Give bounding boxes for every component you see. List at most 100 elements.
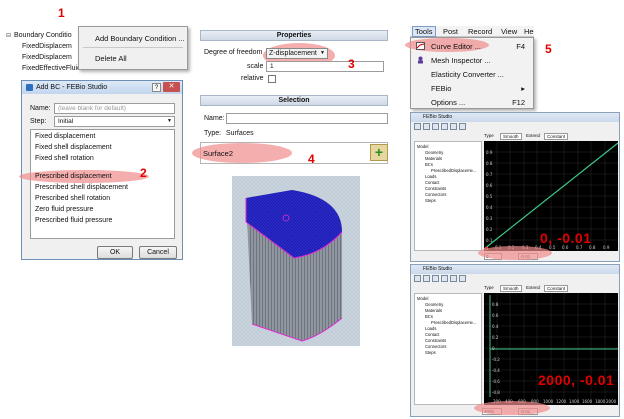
menu-item-mesh-inspector[interactable]: Mesh Inspector ... (431, 56, 491, 65)
tree-geometry[interactable]: Geometry (425, 302, 443, 307)
option-constant[interactable]: Constant (544, 285, 569, 292)
new-icon[interactable] (414, 275, 421, 282)
tree-prescribed[interactable]: PrescribedDisplaceme... (431, 168, 476, 173)
tree-bcs[interactable]: BCs (425, 314, 433, 319)
step-4-label: 4 (308, 152, 315, 166)
tree-item-fixed-displacement-1[interactable]: FixedDisplacem (22, 41, 72, 52)
tree-constraints[interactable]: Constraints (425, 186, 446, 191)
cancel-button[interactable]: Cancel (139, 246, 177, 259)
y-tick: -0.4 (492, 368, 500, 373)
shortcut-f12: F12 (512, 98, 525, 107)
window-title[interactable]: FEBio Studio (411, 113, 619, 122)
annotation-start-point: 0, -0.01 (540, 230, 592, 246)
model-tree[interactable]: Model Geometry Materials BCs PrescribedD… (414, 293, 482, 405)
chevron-down-icon: ▼ (320, 50, 325, 56)
submenu-arrow-icon: ▸ (521, 84, 525, 93)
close-button[interactable]: ✕ (163, 82, 180, 92)
ok-button[interactable]: OK (97, 246, 133, 259)
tree-model[interactable]: Model (417, 296, 428, 301)
redo-icon[interactable] (459, 123, 466, 130)
paste-icon[interactable] (441, 123, 448, 130)
menu-item-curve-editor[interactable]: Curve Editor ... (431, 42, 481, 51)
new-icon[interactable] (414, 123, 421, 130)
option-type: Type (484, 285, 494, 290)
y-tick: 0.4 (492, 324, 499, 329)
y-tick: 0.9 (486, 150, 493, 155)
list-item[interactable]: Prescribed shell rotation (35, 195, 110, 202)
tree-contact[interactable]: Contact (425, 180, 439, 185)
tree-materials[interactable]: Materials (425, 156, 442, 161)
tree-item-label: FixedDisplacem (22, 43, 72, 50)
model-tree[interactable]: Model Geometry Materials BCs PrescribedD… (414, 141, 482, 251)
option-smooth[interactable]: Smooth (500, 285, 522, 292)
dialog-title: Add BC - FEBio Studio (36, 84, 108, 91)
tree-model[interactable]: Model (417, 144, 428, 149)
copy-icon[interactable] (432, 123, 439, 130)
y-tick: -0.8 (492, 390, 500, 395)
tree-item-label: Boundary Conditio (14, 32, 72, 39)
step-select[interactable]: Initial ▼ (54, 116, 175, 127)
annotation-end-point: 2000, -0.01 (538, 372, 615, 388)
tree-loads[interactable]: Loads (425, 174, 436, 179)
plot-ticks: 0.8 0.6 0.4 0.2 0 -0.2 -0.4 -0.6 -0.8 20… (492, 302, 617, 404)
copy-icon[interactable] (432, 275, 439, 282)
list-item[interactable]: Fixed shell rotation (35, 155, 94, 162)
menu-divider (83, 47, 183, 48)
list-item-selected[interactable]: Prescribed displacement (35, 173, 112, 180)
mesh-viewport[interactable] (232, 176, 360, 346)
tree-prescribed[interactable]: PrescribedDisplaceme... (431, 320, 476, 325)
menu-tools[interactable]: Tools (412, 26, 436, 37)
help-button[interactable]: ? (152, 83, 161, 92)
scale-input[interactable]: 1 (266, 61, 384, 72)
bc-type-list[interactable]: Fixed displacement Fixed shell displacem… (19, 129, 175, 239)
tree-item-boundary-conditions[interactable]: ⊟ Boundary Conditio (6, 30, 72, 41)
paste-icon[interactable] (441, 275, 448, 282)
tree-steps[interactable]: Steps (425, 350, 436, 355)
option-constant[interactable]: Constant (544, 133, 569, 140)
save-icon[interactable] (423, 275, 430, 282)
curve-plot-bottom[interactable]: 0.8 0.6 0.4 0.2 0 -0.2 -0.4 -0.6 -0.8 20… (484, 293, 618, 405)
menu-help[interactable]: He (524, 27, 534, 36)
tree-geometry[interactable]: Geometry (425, 150, 443, 155)
menu-item-delete-all[interactable]: Delete All (95, 54, 127, 63)
tree-connectors[interactable]: Connectors (425, 344, 446, 349)
tree-bcs[interactable]: BCs (425, 162, 433, 167)
highlight-footer-top (478, 246, 552, 260)
list-item[interactable]: Zero fluid pressure (35, 206, 93, 213)
x-tick: 1800 (595, 399, 606, 404)
menu-item-elasticity-converter[interactable]: Elasticity Converter ... (431, 70, 504, 79)
collapse-icon[interactable]: ⊟ (6, 32, 14, 39)
tree-loads[interactable]: Loads (425, 326, 436, 331)
add-selection-button[interactable]: + (370, 144, 388, 161)
curve-editor-window-bottom: FEBio Studio Type Smooth Extend Constant… (410, 264, 620, 417)
undo-icon[interactable] (450, 123, 457, 130)
x-tick: 2000 (606, 399, 617, 404)
menu-record[interactable]: Record (468, 27, 492, 36)
redo-icon[interactable] (459, 275, 466, 282)
menu-post[interactable]: Post (443, 27, 458, 36)
tree-contact[interactable]: Contact (425, 332, 439, 337)
list-item[interactable]: Prescribed fluid pressure (35, 217, 112, 224)
tree-constraints[interactable]: Constraints (425, 338, 446, 343)
tree-materials[interactable]: Materials (425, 308, 442, 313)
undo-icon[interactable] (450, 275, 457, 282)
list-item[interactable]: Fixed shell displacement (35, 144, 112, 151)
window-title[interactable]: FEBio Studio (411, 265, 619, 274)
list-item[interactable]: Fixed displacement (35, 133, 95, 140)
menu-view[interactable]: View (501, 27, 517, 36)
list-item[interactable]: Prescribed shell displacement (35, 184, 128, 191)
selection-name-input[interactable] (226, 113, 388, 124)
x-tick: 0.9 (603, 245, 610, 250)
dof-select[interactable]: Z-displacement ▼ (266, 48, 328, 59)
save-icon[interactable] (423, 123, 430, 130)
tree-steps[interactable]: Steps (425, 198, 436, 203)
menu-item-add-boundary-condition[interactable]: Add Boundary Condition ... (95, 34, 185, 43)
tree-item-fixed-displacement-2[interactable]: FixedDisplacem (22, 52, 72, 63)
menu-item-options[interactable]: Options ... (431, 98, 465, 107)
option-smooth[interactable]: Smooth (500, 133, 522, 140)
relative-checkbox[interactable] (268, 75, 276, 83)
tree-connectors[interactable]: Connectors (425, 192, 446, 197)
menu-item-febio[interactable]: FEBio (431, 84, 451, 93)
name-field[interactable]: (leave blank for default) (54, 103, 175, 114)
selection-item[interactable]: Surface2 (203, 149, 233, 158)
